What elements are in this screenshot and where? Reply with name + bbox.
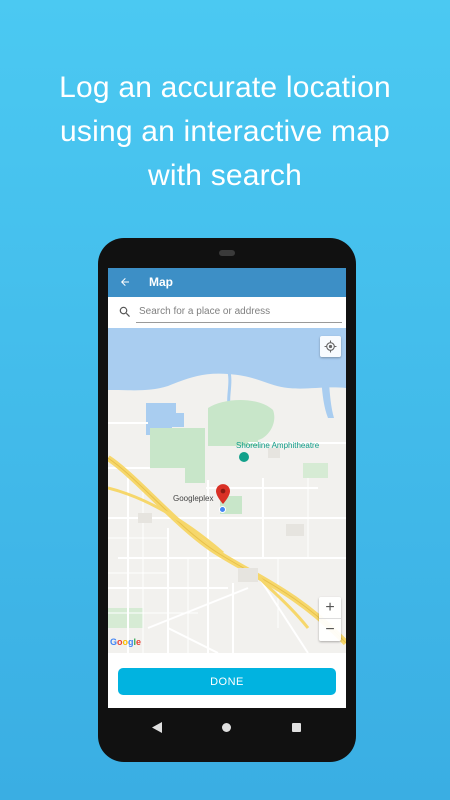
headline-line-1: Log an accurate location — [59, 71, 391, 104]
google-logo: Google — [110, 637, 142, 647]
circle-home-icon[interactable] — [222, 723, 231, 732]
zoom-in-button[interactable]: + — [319, 597, 341, 619]
map-buildings — [138, 448, 304, 582]
search-icon — [119, 306, 130, 317]
search-input[interactable] — [136, 301, 342, 323]
app-bar: Map — [108, 268, 346, 297]
location-pin-icon[interactable] — [216, 484, 230, 504]
map-label-googleplex: Googleplex — [173, 494, 214, 503]
phone-screen: Map Search for a place or address Shorel… — [108, 268, 346, 708]
headline-line-3: with search — [148, 159, 302, 192]
page-title: Map — [149, 275, 173, 289]
search-bar — [108, 297, 346, 328]
phone-frame: Map Search for a place or address Shorel… — [98, 238, 356, 762]
zoom-out-button[interactable]: − — [319, 619, 341, 641]
square-recents-icon[interactable] — [292, 723, 301, 732]
current-location-dot — [219, 506, 226, 513]
shoreline-marker — [239, 452, 249, 462]
map-park-west — [150, 428, 205, 483]
map-water — [108, 328, 346, 391]
map-park-east — [303, 463, 328, 478]
map-view[interactable]: Shoreline Amphitheatre Googleplex + − Go… — [108, 328, 346, 653]
map-label-shoreline: Shoreline Amphitheatre — [236, 441, 320, 450]
my-location-button[interactable] — [320, 336, 341, 357]
done-button[interactable]: DONE — [118, 668, 336, 695]
headline: Log an accurate location using an intera… — [0, 66, 450, 198]
back-button[interactable] — [114, 271, 136, 293]
triangle-back-icon[interactable] — [152, 722, 162, 733]
map-park-south — [108, 608, 143, 628]
crosshair-icon — [324, 340, 337, 353]
phone-speaker — [219, 250, 235, 256]
map-park-shoreline — [208, 400, 275, 446]
zoom-controls: + − — [319, 597, 341, 641]
headline-line-2: using an interactive map — [60, 115, 390, 148]
done-area: DONE — [108, 653, 346, 708]
arrow-left-icon — [121, 278, 129, 286]
android-nav-bar — [108, 708, 346, 748]
